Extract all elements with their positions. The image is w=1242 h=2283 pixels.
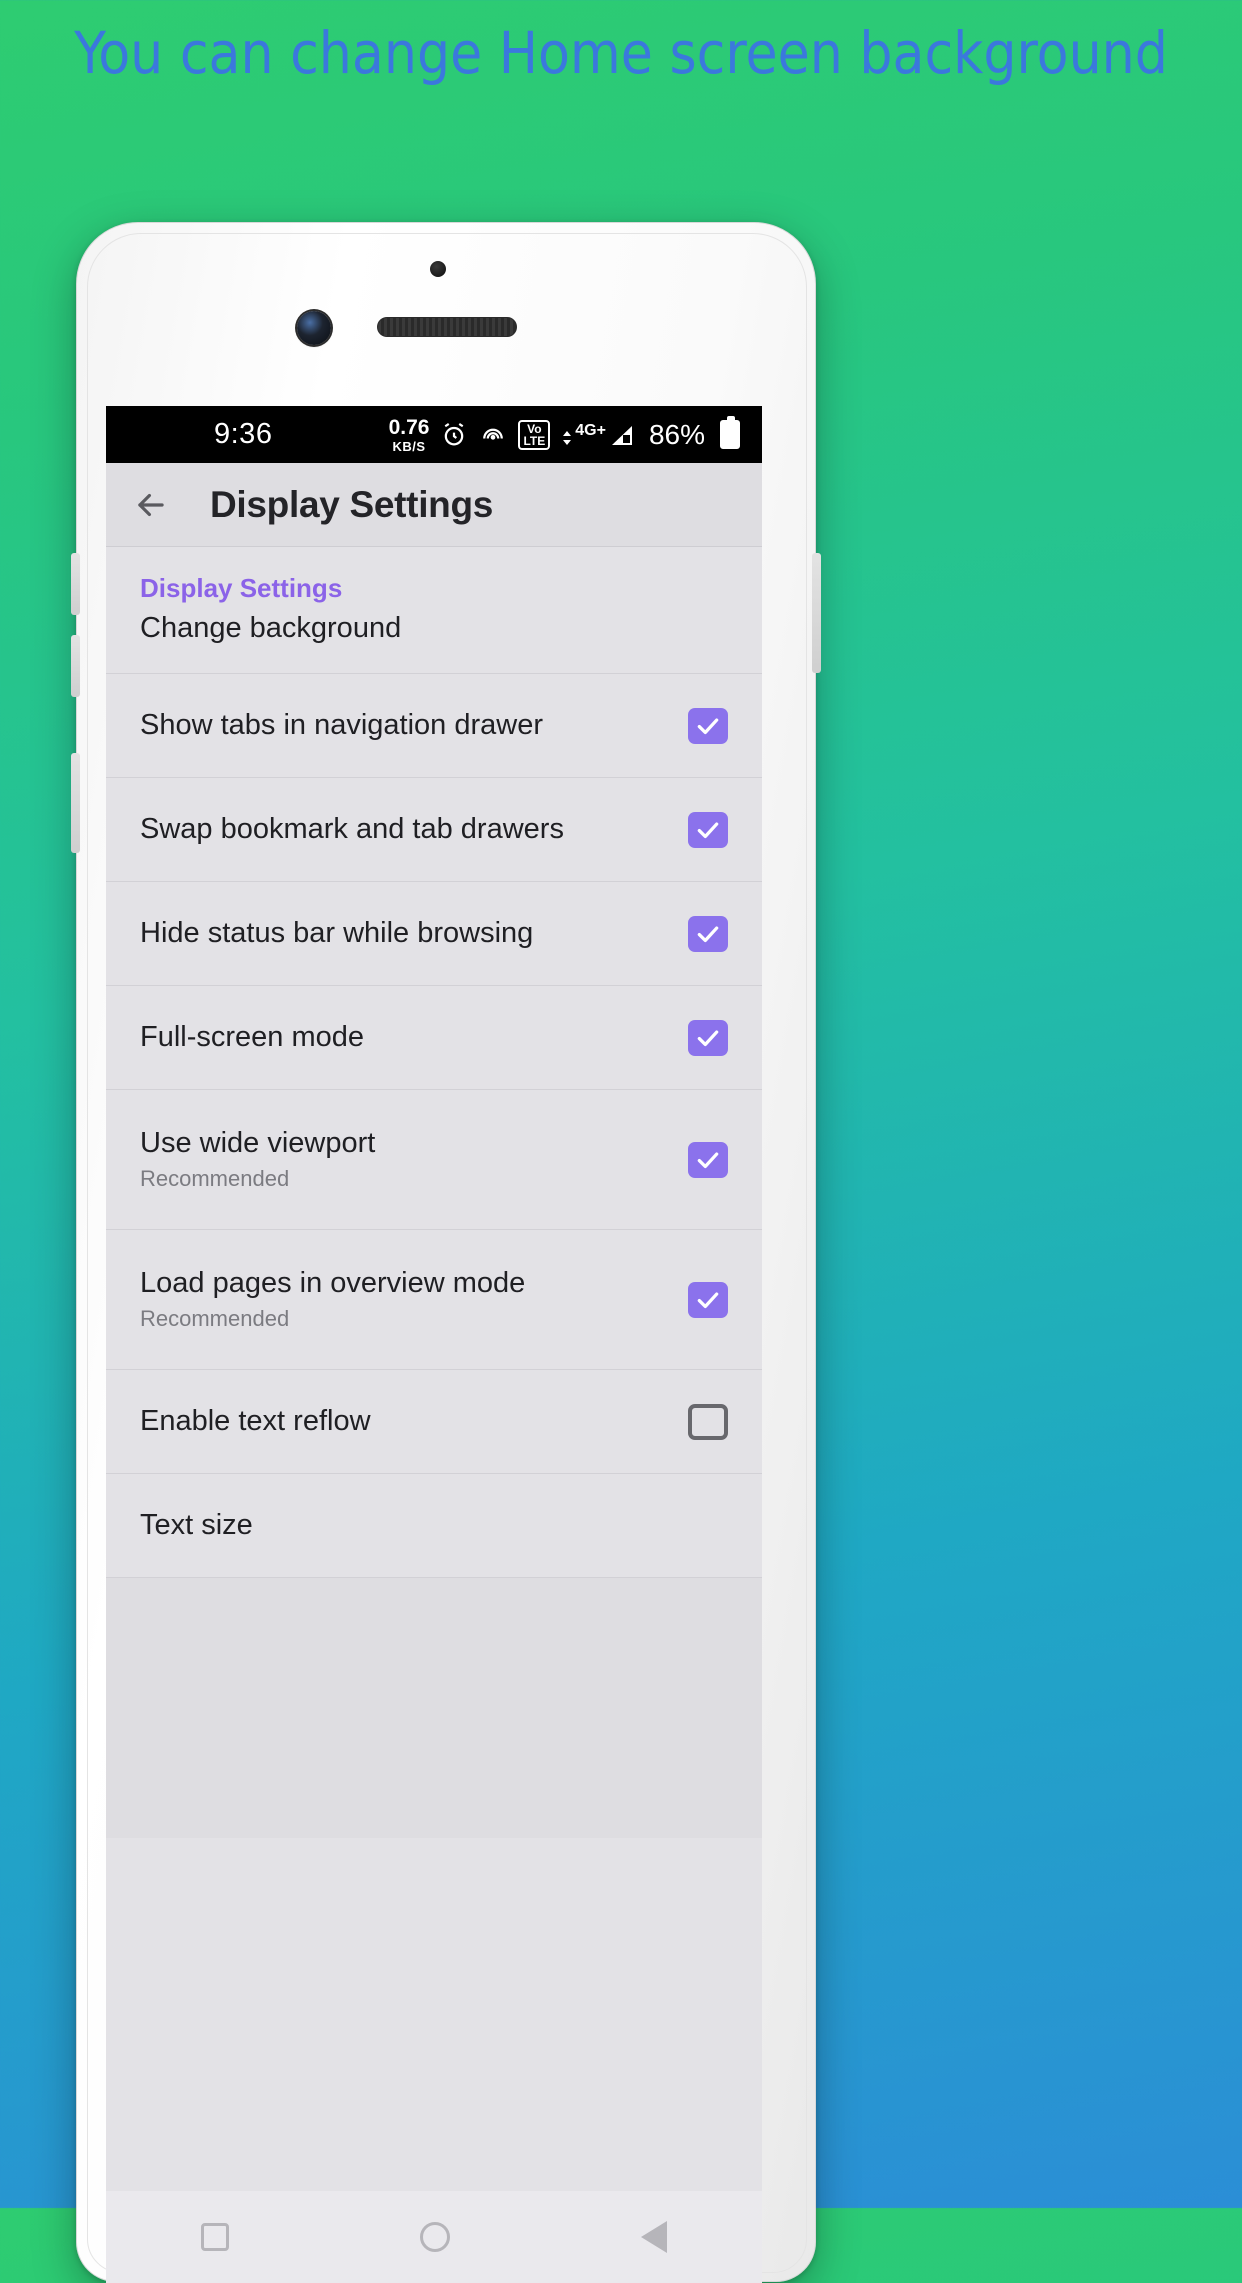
checkbox-checked[interactable] [688,1281,728,1318]
android-navigation-bar [106,2191,762,2283]
list-item-title: Swap bookmark and tab drawers [140,813,564,845]
app-bar: Display Settings [106,463,762,547]
list-item-text-size[interactable]: Text size [106,1474,762,1578]
list-item-hide-status-bar-while-browsing[interactable]: Hide status bar while browsing [106,882,762,986]
list-empty-area [106,1578,762,1838]
signal-generation-label: 4G+ [575,421,606,439]
battery-full-icon [720,416,740,449]
list-item-title: Full-screen mode [140,1021,365,1053]
earpiece-speaker-icon [377,317,517,337]
battery-percent-label: 86% [648,418,705,450]
section-header-display-settings: Display Settings [140,573,343,603]
list-item-use-wide-viewport[interactable]: Use wide viewport Recommended [106,1090,762,1230]
phone-mockup: 9:36 0.76 KB/S Vo LTE 4G+ 86% Display Se… [71,222,821,2283]
proximity-sensor-icon [430,261,446,277]
page-title: Display Settings [210,483,494,525]
back-arrow-icon[interactable] [132,486,170,524]
check-icon [697,1151,719,1168]
check-icon [697,1291,719,1308]
list-item-load-pages-in-overview-mode[interactable]: Load pages in overview mode Recommended [106,1230,762,1370]
network-speed-unit: KB/S [392,438,426,454]
signal-bars-icon [611,425,632,445]
status-bar-clock: 9:36 [214,418,273,450]
checkbox-checked[interactable] [688,707,728,744]
row-texts: Hide status bar while browsing [140,917,533,950]
recents-square-icon[interactable] [201,2223,230,2251]
nearby-share-icon [483,428,504,440]
list-item-title: Use wide viewport [140,1127,376,1159]
checkbox-checked[interactable] [688,1141,728,1178]
checkbox-checked[interactable] [688,915,728,952]
volume-up-button[interactable] [71,553,80,615]
mute-switch-button[interactable] [71,753,80,853]
list-item-subtitle: Recommended [140,1166,290,1191]
check-icon [697,821,719,838]
promo-headline: You can change Home screen background [74,19,1168,87]
row-texts: Enable text reflow [140,1405,371,1438]
alarm-clock-icon [445,422,464,445]
list-item-subtitle: Recommended [140,1306,290,1331]
volte-icon: Vo LTE [518,419,551,450]
status-bar-icons: 0.76 KB/S Vo LTE 4G+ 86% [389,416,740,453]
check-icon [697,1029,719,1046]
row-texts: Use wide viewport Recommended [140,1127,375,1192]
list-item-title: Change background [140,612,402,644]
list-item-title: Text size [140,1509,253,1541]
checkbox-checked[interactable] [688,811,728,848]
volte-bottom-label: LTE [523,433,546,448]
list-item-title: Hide status bar while browsing [140,917,534,949]
home-circle-icon[interactable] [419,2222,450,2252]
row-texts: Show tabs in navigation drawer [140,709,543,742]
list-item-change-background[interactable]: Change background [106,604,762,674]
list-item-title: Load pages in overview mode [140,1267,526,1299]
check-icon [697,925,719,942]
list-item-enable-text-reflow[interactable]: Enable text reflow [106,1370,762,1474]
phone-screen: 9:36 0.76 KB/S Vo LTE 4G+ 86% Display Se… [106,406,762,2283]
list-item-title: Enable text reflow [140,1405,371,1437]
list-item-swap-bookmark-and-tab-drawers[interactable]: Swap bookmark and tab drawers [106,778,762,882]
power-button[interactable] [812,553,821,673]
row-texts: Load pages in overview mode Recommended [140,1267,525,1332]
data-transfer-arrows-icon [563,430,572,445]
list-item-title: Show tabs in navigation drawer [140,709,544,741]
row-texts: Change background [140,612,401,645]
signal-strength-icon: 4G+ [561,422,634,448]
back-triangle-icon[interactable] [640,2221,667,2253]
network-speed-indicator: 0.76 KB/S [389,417,430,453]
row-texts: Text size [140,1509,253,1542]
settings-list: Display Settings Change background Show … [106,547,762,1838]
volume-down-button[interactable] [71,635,80,697]
checkbox-unchecked[interactable] [688,1403,728,1440]
row-texts: Full-screen mode [140,1021,364,1054]
volte-top-label: Vo [527,421,542,436]
list-item-full-screen-mode[interactable]: Full-screen mode [106,986,762,1090]
status-bar: 9:36 0.76 KB/S Vo LTE 4G+ 86% [106,406,762,463]
checkbox-checked[interactable] [688,1019,728,1056]
row-texts: Swap bookmark and tab drawers [140,813,564,846]
check-icon [697,717,719,734]
list-item-show-tabs-in-navigation-drawer[interactable]: Show tabs in navigation drawer [106,674,762,778]
network-speed-value: 0.76 [388,415,430,439]
front-camera-icon [297,311,331,345]
